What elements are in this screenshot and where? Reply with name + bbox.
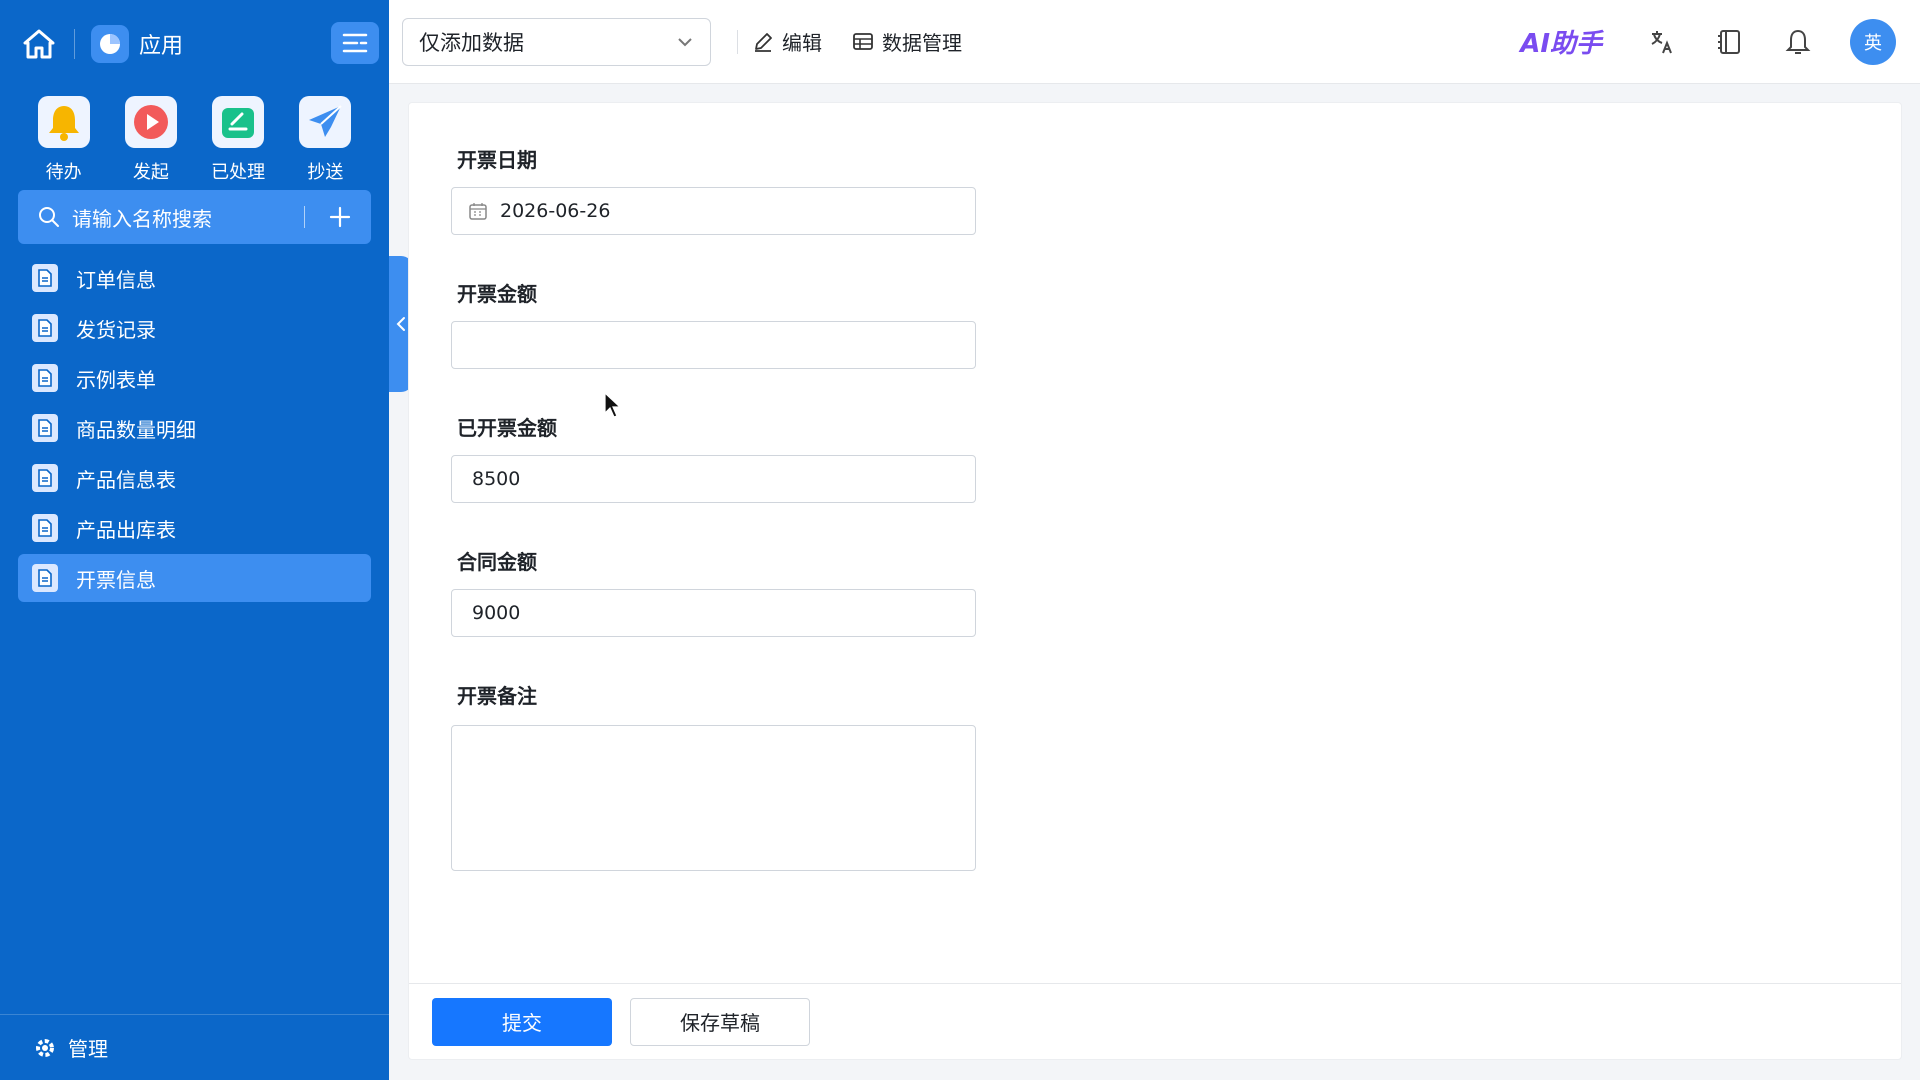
bell-notification-icon[interactable] — [1782, 26, 1814, 58]
sidebar: 应用 待办 发起 已处理 抄送 请输入名称搜索 订单信息 发货记录 示例表单 商… — [0, 0, 389, 1080]
save-draft-button[interactable]: 保存草稿 — [630, 997, 810, 1046]
sidebar-item-label: 开票信息 — [76, 567, 156, 592]
ai-assistant-button[interactable]: AI助手 — [1520, 23, 1602, 60]
sidebar-item-label: 发货记录 — [76, 317, 156, 342]
sidebar-item-label: 示例表单 — [76, 367, 156, 392]
topbar: 仅添加数据 编辑 数据管理 AI助手 英 — [389, 0, 1920, 84]
form-footer: 提交 保存草稿 — [409, 983, 1901, 1059]
sidebar-item-label: 商品数量明细 — [76, 417, 196, 442]
document-icon — [32, 364, 58, 392]
search-divider — [304, 206, 305, 228]
field-group-invoiced-amount: 已开票金额 8500 — [451, 413, 1901, 503]
invoice-remark-textarea[interactable] — [451, 725, 976, 871]
data-management-button[interactable]: 数据管理 — [852, 27, 962, 56]
quick-actions: 待办 发起 已处理 抄送 — [0, 88, 389, 188]
play-icon — [124, 96, 177, 148]
sidebar-item-product-quantity-detail[interactable]: 商品数量明细 — [18, 404, 371, 452]
field-label: 已开票金额 — [457, 416, 557, 440]
list-menu-icon — [342, 33, 368, 53]
quick-action-cc[interactable]: 抄送 — [289, 96, 361, 188]
document-icon — [32, 414, 58, 442]
quick-action-initiate[interactable]: 发起 — [115, 96, 187, 188]
quick-action-label: 待办 — [45, 162, 82, 183]
edit-icon — [212, 96, 265, 148]
sidebar-item-sample-form[interactable]: 示例表单 — [18, 354, 371, 402]
document-icon — [32, 564, 58, 592]
field-label: 开票日期 — [457, 148, 537, 172]
pencil-icon — [755, 32, 772, 52]
topbar-actions: AI助手 英 — [1520, 18, 1896, 65]
quick-action-label: 发起 — [132, 162, 169, 183]
sidebar-item-invoice-info[interactable]: 开票信息 — [18, 554, 371, 602]
sidebar-item-label: 产品信息表 — [76, 467, 176, 492]
menu-toggle-button[interactable] — [331, 22, 379, 64]
edit-button[interactable]: 编辑 — [752, 27, 822, 56]
quick-action-label: 抄送 — [307, 162, 344, 183]
edit-label: 编辑 — [782, 31, 822, 55]
document-icon — [32, 264, 58, 292]
field-group-contract-amount: 合同金额 9000 — [451, 547, 1901, 637]
invoice-form: 开票日期 2026-06-26 开票金额 已开票金额 8500 合同金额 900… — [409, 103, 1901, 871]
translate-icon[interactable] — [1646, 26, 1678, 58]
data-management-label: 数据管理 — [882, 31, 962, 55]
search-icon — [39, 207, 59, 227]
invoice-amount-input[interactable] — [451, 321, 976, 369]
field-label: 开票金额 — [457, 282, 537, 306]
sidebar-item-label: 产品出库表 — [76, 517, 176, 542]
toolbar-divider — [737, 29, 738, 54]
manage-label: 管理 — [68, 1037, 108, 1061]
sidebar-item-order-info[interactable]: 订单信息 — [18, 254, 371, 302]
submit-button[interactable]: 提交 — [432, 997, 612, 1046]
user-avatar[interactable]: 英 — [1850, 18, 1896, 65]
mouse-cursor-icon — [604, 391, 622, 422]
search-input[interactable]: 请输入名称搜索 — [72, 203, 304, 232]
quick-action-processed[interactable]: 已处理 — [202, 96, 274, 188]
sidebar-item-product-info[interactable]: 产品信息表 — [18, 454, 371, 502]
document-icon — [32, 314, 58, 342]
invoice-date-value: 2026-06-26 — [500, 200, 611, 222]
mode-select-value: 仅添加数据 — [419, 30, 524, 55]
plus-icon[interactable] — [329, 206, 351, 228]
field-group-invoice-amount: 开票金额 — [451, 279, 1901, 369]
contract-amount-input[interactable]: 9000 — [451, 589, 976, 637]
quick-action-todo[interactable]: 待办 — [28, 96, 100, 188]
sidebar-item-label: 订单信息 — [76, 267, 156, 292]
field-group-invoice-remark: 开票备注 — [451, 681, 1901, 871]
app-name: 应用 — [139, 34, 184, 59]
book-icon[interactable] — [1714, 26, 1746, 58]
field-label: 合同金额 — [457, 550, 537, 574]
chevron-left-icon — [396, 317, 405, 331]
header-divider — [74, 29, 75, 59]
mode-select[interactable]: 仅添加数据 — [402, 17, 711, 66]
field-label: 开票备注 — [457, 684, 537, 708]
sidebar-search[interactable]: 请输入名称搜索 — [18, 190, 371, 244]
invoice-date-input[interactable]: 2026-06-26 — [451, 187, 976, 235]
sidebar-nav: 订单信息 发货记录 示例表单 商品数量明细 产品信息表 产品出库表 开票信息 — [0, 254, 389, 602]
send-icon — [299, 96, 352, 148]
gear-icon — [36, 1038, 54, 1057]
home-icon[interactable] — [20, 25, 58, 63]
document-icon — [32, 514, 58, 542]
sidebar-item-shipping-records[interactable]: 发货记录 — [18, 304, 371, 352]
field-group-invoice-date: 开票日期 2026-06-26 — [451, 145, 1901, 235]
calendar-icon — [469, 203, 487, 220]
chevron-down-icon — [678, 37, 692, 46]
quick-action-label: 已处理 — [211, 162, 266, 183]
app-logo-icon — [91, 25, 129, 63]
invoiced-amount-input[interactable]: 8500 — [451, 455, 976, 503]
form-card: 开票日期 2026-06-26 开票金额 已开票金额 8500 合同金额 900… — [408, 102, 1902, 1060]
bell-icon — [37, 96, 90, 148]
sidebar-item-product-outbound[interactable]: 产品出库表 — [18, 504, 371, 552]
document-icon — [32, 464, 58, 492]
manage-button[interactable]: 管理 — [0, 1014, 389, 1080]
sidebar-header: 应用 — [0, 0, 389, 88]
table-icon — [853, 32, 873, 50]
